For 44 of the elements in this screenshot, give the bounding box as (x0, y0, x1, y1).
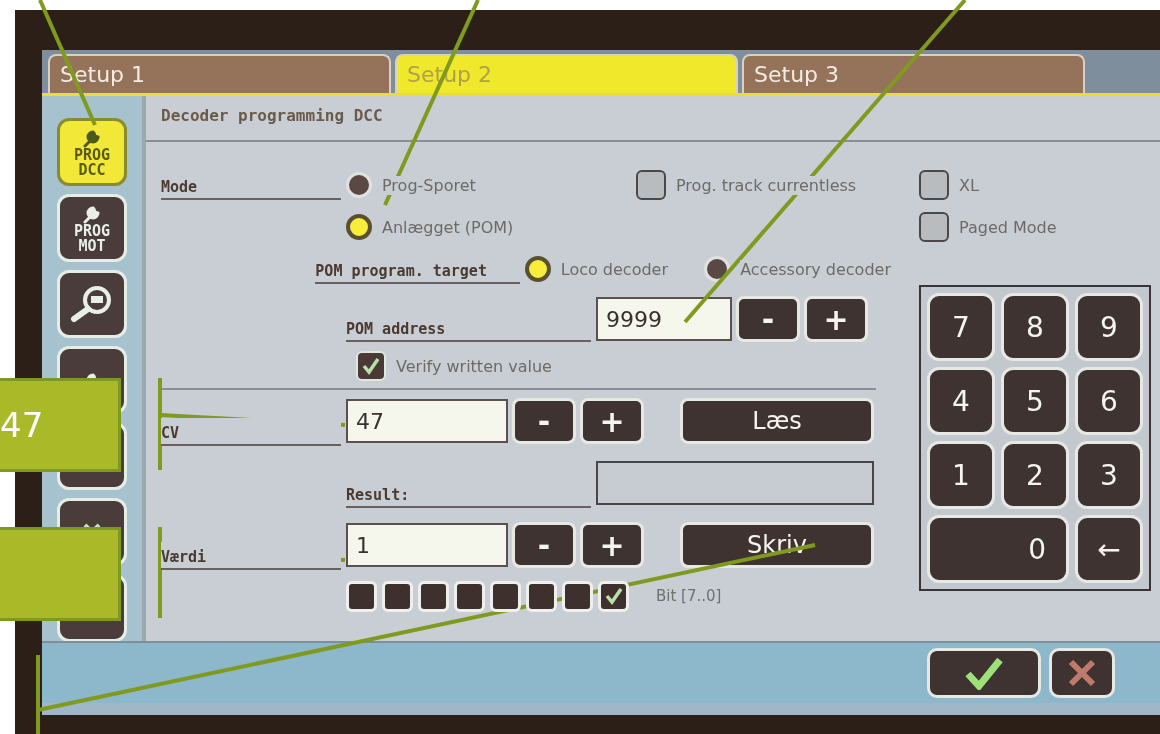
plus-button[interactable]: + (580, 522, 644, 568)
number-field[interactable]: 9999 (596, 297, 732, 341)
checkbox[interactable] (919, 212, 949, 242)
keypad-key[interactable]: 8 (1001, 293, 1069, 361)
keypad-key[interactable]: 1 (927, 441, 995, 509)
checkbox[interactable] (919, 170, 949, 200)
number-field[interactable]: 47 (346, 399, 508, 443)
checkmark-icon (361, 356, 381, 376)
keypad-key[interactable]: 6 (1075, 367, 1143, 435)
option-label: Prog. track currentless (676, 175, 857, 195)
sidebar-button[interactable]: PROG MOT (57, 194, 127, 262)
plus-button[interactable]: + (804, 296, 868, 342)
radio-button[interactable] (346, 214, 372, 240)
option-label: Prog-Sporet (382, 175, 476, 195)
callout-text: 47 (0, 405, 44, 445)
keypad-key[interactable]: 0 (927, 515, 1069, 583)
radio-button[interactable] (524, 256, 551, 282)
keypad-key[interactable]: 3 (1075, 441, 1143, 509)
keypad-key[interactable]: 4 (927, 367, 995, 435)
keypad-key[interactable]: 2 (1001, 441, 1069, 509)
keypad-key[interactable]: 9 (1075, 293, 1143, 361)
confirm-button[interactable] (927, 648, 1041, 698)
minus-button[interactable]: - (736, 296, 800, 342)
plus-button[interactable]: + (580, 398, 644, 444)
keypad-key[interactable]: 5 (1001, 367, 1069, 435)
minus-button[interactable]: - (512, 398, 576, 444)
checkmark-icon (603, 586, 624, 606)
sidebar-button[interactable]: PROG DCC (57, 118, 127, 186)
number-field[interactable]: 1 (346, 523, 508, 567)
cancel-button[interactable] (1049, 648, 1115, 698)
read-button[interactable]: Læs (680, 398, 874, 444)
tab[interactable]: Setup 3 (742, 54, 1085, 93)
minus-button[interactable]: - (512, 522, 576, 568)
panel-title: Decoder programming DCC (146, 96, 1160, 142)
sidebar-button[interactable] (57, 270, 127, 338)
keypad-key[interactable]: 7 (927, 293, 995, 361)
close-icon (1067, 658, 1097, 688)
option-label: Accessory decoder (740, 259, 891, 279)
bit-range-label: Bit [7..0] (656, 587, 722, 605)
checkbox[interactable] (636, 170, 666, 200)
keypad-key[interactable]: ← (1075, 515, 1143, 583)
field-label: CV (161, 418, 341, 446)
tab[interactable]: Setup 1 (48, 54, 391, 93)
checkmark-icon (964, 656, 1004, 690)
